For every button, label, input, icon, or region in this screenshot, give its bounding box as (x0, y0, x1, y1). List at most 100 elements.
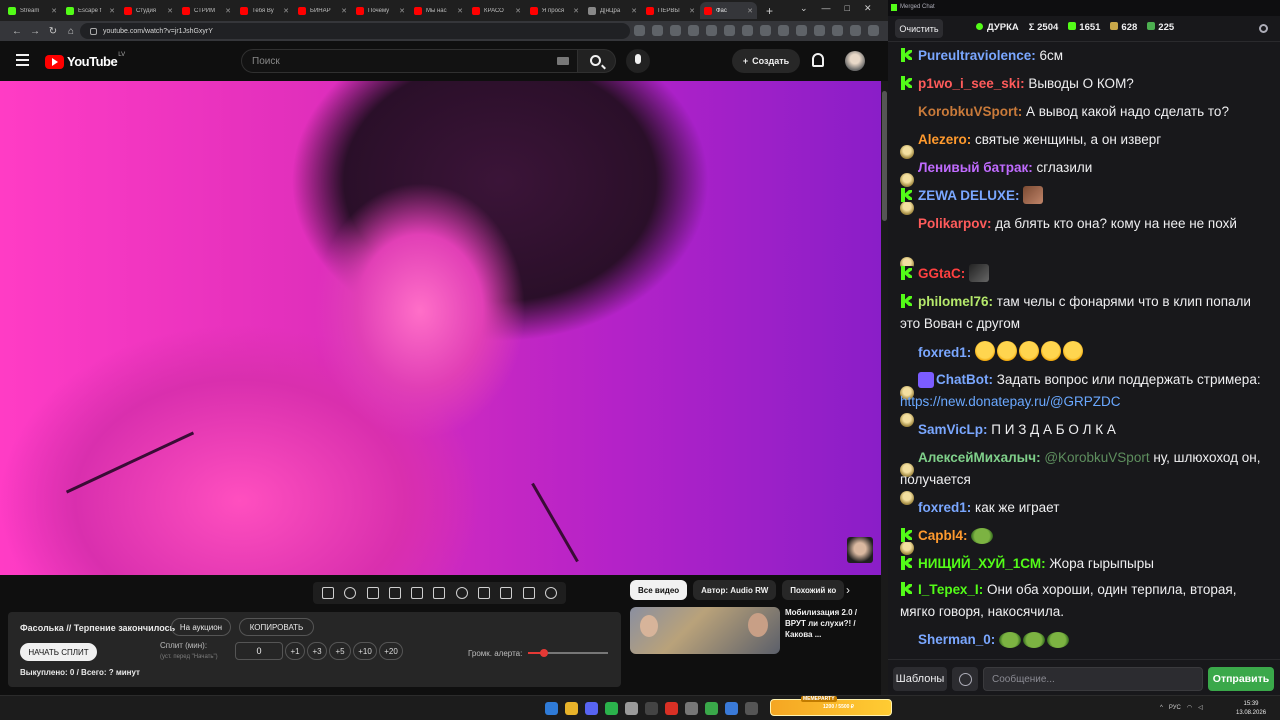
home-button[interactable]: ⌂ (62, 26, 80, 37)
chat-username[interactable]: philomel76 (918, 294, 989, 309)
new-tab-button[interactable]: + (766, 4, 773, 18)
flask-icon[interactable] (522, 587, 535, 599)
broadcast-icon[interactable] (344, 587, 357, 599)
chat-username[interactable]: ChatBot (936, 372, 989, 387)
chat-username[interactable]: foxred1 (918, 500, 967, 515)
chat-username[interactable]: НИЩИЙ_ХУЙ_1СМ (918, 556, 1041, 571)
add-icon[interactable] (477, 587, 490, 599)
chat-username[interactable]: Ленивый батрак (918, 160, 1028, 175)
browser-tab[interactable]: Stream ✕ (4, 2, 61, 19)
browser-tab[interactable]: ПЕРВЫ ✕ (642, 2, 699, 19)
zoom-icon[interactable] (634, 25, 645, 36)
loop-icon[interactable] (322, 587, 335, 599)
steam-icon[interactable] (625, 702, 638, 715)
browser-tab[interactable]: Д[нЦра ✕ (584, 2, 641, 19)
start-icon[interactable] (545, 702, 558, 715)
settings-gear-icon[interactable] (1259, 24, 1268, 33)
to-auction-button[interactable]: На аукцион (171, 618, 231, 636)
tab-close-icon[interactable]: ✕ (689, 7, 695, 15)
browser-tab[interactable]: Почему ✕ (352, 2, 409, 19)
chat-message-list[interactable]: Pureultraviolence: 6см p1wo_i_see_ski: Вы… (888, 43, 1280, 659)
browser-tab[interactable]: Escape f ✕ (62, 2, 119, 19)
step-plus-10-button[interactable]: +10 (353, 642, 377, 660)
browser-tab[interactable]: Фас ✕ (700, 2, 757, 19)
chip-similar[interactable]: Похожий ко (782, 580, 845, 600)
step-plus-20-button[interactable]: +20 (379, 642, 403, 660)
youtube-logo[interactable]: YouTube LV (45, 52, 125, 69)
tab-close-icon[interactable]: ✕ (573, 7, 579, 15)
extension-icon[interactable] (706, 25, 717, 36)
download-icon[interactable] (832, 25, 843, 36)
tab-close-icon[interactable]: ✕ (225, 7, 231, 15)
tab-close-icon[interactable]: ✕ (631, 7, 637, 15)
alert-volume-slider[interactable] (528, 649, 608, 657)
copy-button[interactable]: КОПИРОВАТЬ (239, 618, 314, 636)
profile-icon[interactable] (850, 25, 861, 36)
split-minutes-input[interactable]: 0 (235, 642, 283, 660)
site-info-icon[interactable] (90, 27, 97, 35)
extension-icon[interactable] (724, 25, 735, 36)
browser-tab[interactable]: Мы нас ✕ (410, 2, 467, 19)
templates-button[interactable]: Шаблоны (893, 667, 947, 691)
speed-icon[interactable] (455, 587, 468, 599)
tab-close-icon[interactable]: ✕ (515, 7, 521, 15)
search-button[interactable] (578, 49, 616, 73)
forward-button[interactable]: → (26, 26, 44, 37)
browser-tab[interactable]: БИНАР ✕ (294, 2, 351, 19)
keyboard-icon[interactable] (557, 57, 569, 65)
discord-icon[interactable] (585, 702, 598, 715)
chevron-right-icon[interactable]: › (846, 583, 850, 597)
step-plus-1-button[interactable]: +1 (285, 642, 305, 660)
app-icon[interactable] (645, 702, 658, 715)
extension-icon[interactable] (796, 25, 807, 36)
chat-link[interactable]: https://new.donatepay.ru/@GRPZDC (900, 394, 1121, 409)
minimize-button[interactable]: — (822, 3, 831, 14)
close-window-button[interactable]: ✕ (864, 3, 872, 14)
tab-close-icon[interactable]: ✕ (399, 7, 405, 15)
chat-username[interactable]: GGtaC (918, 266, 961, 281)
system-clock[interactable]: 15:39 13.08.2026 (1236, 700, 1266, 718)
frame-icon[interactable] (411, 587, 424, 599)
menu-icon[interactable] (868, 25, 879, 36)
chat-username[interactable]: KorobkuVSport (918, 104, 1018, 119)
clapperboard-icon[interactable] (388, 587, 401, 599)
bookmark-star-icon[interactable] (670, 25, 681, 36)
message-input[interactable]: Сообщение... (983, 667, 1203, 691)
spotify-icon[interactable] (605, 702, 618, 715)
chat-username[interactable]: foxred1 (918, 345, 967, 360)
app-icon[interactable] (745, 702, 758, 715)
tab-close-icon[interactable]: ✕ (283, 7, 289, 15)
scrollbar-thumb[interactable] (882, 91, 887, 221)
search-input[interactable]: Поиск (241, 49, 578, 73)
related-video-title[interactable]: Мобилизация 2.0 / ВРУТ ли слухи?! / Како… (785, 607, 875, 640)
extension-icon[interactable] (760, 25, 771, 36)
extension-icon[interactable] (778, 25, 789, 36)
related-video-thumbnail[interactable] (630, 607, 780, 654)
stream-icon[interactable] (366, 587, 379, 599)
wifi-icon[interactable]: ◠ (1187, 704, 1192, 711)
app-icon[interactable] (725, 702, 738, 715)
emoji-picker-button[interactable] (952, 667, 978, 691)
maximize-button[interactable]: □ (845, 3, 850, 14)
extension-icon[interactable] (688, 25, 699, 36)
address-bar[interactable]: youtube.com/watch?v=jr1JshGxyrY (80, 23, 630, 39)
extension-icon[interactable] (742, 25, 753, 36)
start-split-button[interactable]: НАЧАТЬ СПЛИТ (20, 643, 97, 661)
chip-all-videos[interactable]: Все видео (630, 580, 688, 600)
slider-knob[interactable] (540, 649, 548, 657)
chrome-icon[interactable] (565, 702, 578, 715)
back-button[interactable]: ← (8, 26, 26, 37)
tab-close-icon[interactable]: ✕ (747, 7, 753, 15)
chat-username[interactable]: Pureultraviolence (918, 48, 1031, 63)
chat-username[interactable]: АлексейМихалыч (918, 450, 1036, 465)
voice-search-button[interactable] (626, 49, 650, 73)
account-avatar[interactable] (845, 51, 865, 71)
dropdown-icon[interactable]: ⌄ (800, 3, 808, 14)
clear-chat-button[interactable]: Очистить (895, 19, 943, 38)
chat-username[interactable]: p1wo_i_see_ski (918, 76, 1020, 91)
send-button[interactable]: Отправить (1208, 667, 1274, 691)
volume-icon[interactable]: ◁ (1198, 704, 1203, 711)
notifications-bell-icon[interactable] (812, 53, 824, 67)
chat-username[interactable]: I_Терех_I (918, 582, 979, 597)
install-icon[interactable] (652, 25, 663, 36)
